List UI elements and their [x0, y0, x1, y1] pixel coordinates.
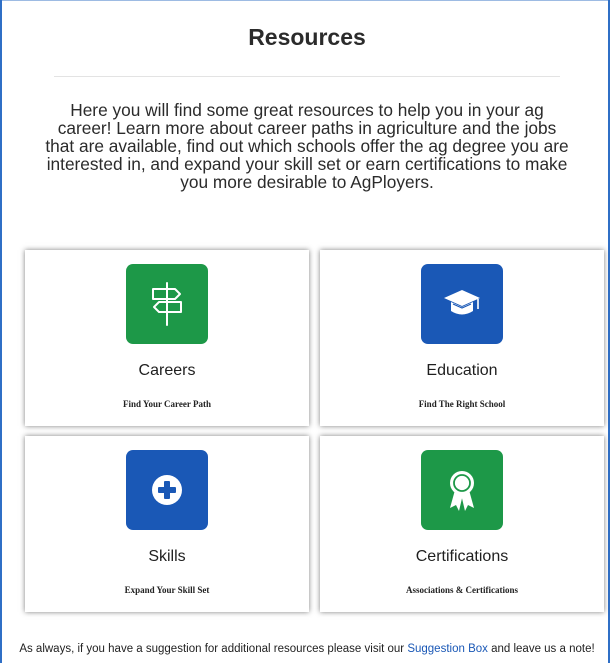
education-icon-tile — [421, 264, 503, 344]
award-ribbon-icon — [450, 471, 474, 511]
footer-text: As always, if you have a suggestion for … — [14, 643, 600, 656]
certifications-title: Certifications — [415, 548, 509, 565]
careers-icon-tile — [126, 264, 208, 344]
skills-icon-tile — [126, 450, 208, 530]
page-title: Resources — [248, 24, 366, 50]
certifications-icon-tile — [421, 450, 503, 530]
footer-text-after: and leave us a note! — [487, 643, 595, 655]
skills-card[interactable]: Skills Expand Your Skill Set — [25, 436, 309, 612]
footer-text-before: As always, if you have a suggestion for … — [19, 643, 408, 655]
careers-card[interactable]: Careers Find Your Career Path — [25, 250, 309, 426]
intro-text: Here you will find some great resources … — [45, 100, 569, 192]
skills-subtitle: Expand Your Skill Set — [124, 585, 210, 595]
suggestion-box-link[interactable]: Suggestion Box — [407, 643, 488, 655]
window-left-border — [0, 0, 2, 663]
plus-circle-icon — [152, 475, 182, 505]
signpost-icon — [152, 282, 182, 326]
careers-subtitle: Find Your Career Path — [123, 399, 211, 409]
education-title: Education — [426, 362, 498, 379]
careers-title: Careers — [138, 362, 196, 379]
resources-page: Resources Here you will find some great … — [14, 0, 604, 663]
certifications-card[interactable]: Certifications Associations & Certificat… — [320, 436, 604, 612]
graduation-cap-icon — [444, 290, 480, 315]
skills-title: Skills — [148, 548, 186, 565]
title-divider — [54, 76, 560, 77]
certifications-subtitle: Associations & Certifications — [406, 585, 518, 595]
education-card[interactable]: Education Find The Right School — [320, 250, 604, 426]
education-subtitle: Find The Right School — [418, 399, 506, 409]
